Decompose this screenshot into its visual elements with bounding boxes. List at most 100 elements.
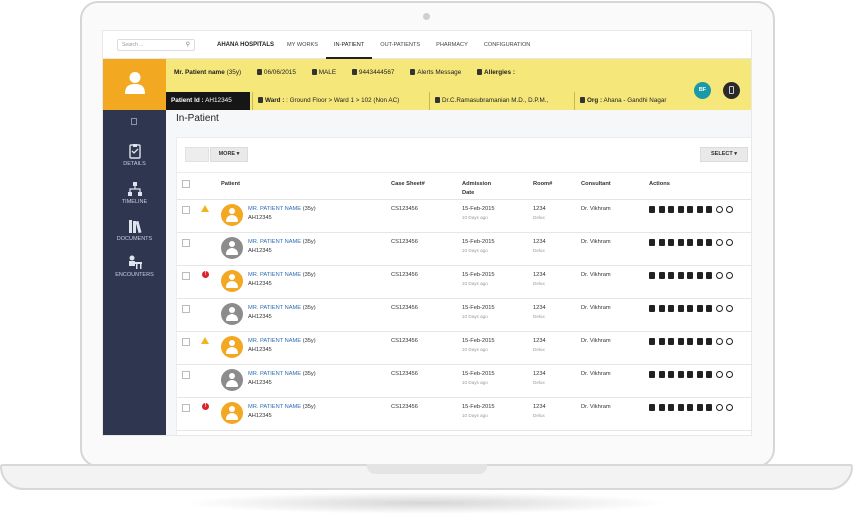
row-checkbox[interactable] xyxy=(182,272,190,280)
notes-icon[interactable] xyxy=(677,404,684,411)
nav-my-works[interactable]: MY WORKS xyxy=(279,31,326,59)
report-icon[interactable] xyxy=(687,239,693,246)
select-button[interactable]: SELECT ▾ xyxy=(700,147,748,162)
footsteps-icon[interactable] xyxy=(706,272,712,279)
patient-link[interactable]: MR. PATIENT NAME (35y) xyxy=(248,239,316,245)
search-input[interactable]: Search ... ⚲ xyxy=(117,39,195,51)
footsteps-icon[interactable] xyxy=(706,305,712,312)
patient-link[interactable]: MR. PATIENT NAME (35y) xyxy=(248,206,316,212)
select-all-checkbox[interactable] xyxy=(182,180,190,188)
bf-badge[interactable]: BF xyxy=(694,82,711,99)
patient-name-link[interactable]: MR. PATIENT NAME xyxy=(248,239,301,245)
nav-configuration[interactable]: CONFIGURATION xyxy=(476,31,539,59)
info-icon[interactable] xyxy=(715,305,723,312)
notes-icon[interactable] xyxy=(677,272,684,279)
person-icon[interactable] xyxy=(696,371,703,378)
nav-in-patient[interactable]: IN-PATIENT xyxy=(325,31,373,59)
money-icon[interactable] xyxy=(726,206,733,213)
patient-name-link[interactable]: MR. PATIENT NAME xyxy=(248,371,301,377)
group-icon[interactable] xyxy=(668,338,674,345)
blank-button[interactable] xyxy=(185,147,209,162)
footsteps-icon[interactable] xyxy=(706,206,712,213)
money-icon[interactable] xyxy=(726,239,733,246)
transfer-icon[interactable] xyxy=(658,338,665,345)
row-checkbox[interactable] xyxy=(182,371,190,379)
info-icon[interactable] xyxy=(715,338,723,345)
table-row[interactable]: MR. PATIENT NAME (35y) AH12345 CS123456 15-… xyxy=(177,299,751,332)
transfer-icon[interactable] xyxy=(658,305,665,312)
print-icon[interactable] xyxy=(649,338,655,345)
print-icon[interactable] xyxy=(649,305,655,312)
transfer-icon[interactable] xyxy=(658,239,665,246)
sidebar-item-encounters[interactable]: ENCOUNTERS xyxy=(103,254,166,278)
group-icon[interactable] xyxy=(668,371,674,378)
money-icon[interactable] xyxy=(726,404,733,411)
money-icon[interactable] xyxy=(726,305,733,312)
sidebar-item-details[interactable]: DETAILS xyxy=(103,143,166,167)
notes-icon[interactable] xyxy=(677,305,684,312)
info-icon[interactable] xyxy=(715,404,723,411)
table-row[interactable]: MR. PATIENT NAME (35y) AH12345 CS123456 15-… xyxy=(177,233,751,266)
print-icon[interactable] xyxy=(649,371,655,378)
table-row[interactable]: ! MR. PATIENT NAME (35y) AH12345 CS123456 15… xyxy=(177,266,751,299)
person-icon[interactable] xyxy=(696,404,703,411)
report-icon[interactable] xyxy=(687,206,693,213)
transfer-icon[interactable] xyxy=(658,206,665,213)
report-icon[interactable] xyxy=(687,272,693,279)
print-icon[interactable] xyxy=(649,206,655,213)
row-checkbox[interactable] xyxy=(182,404,190,412)
info-icon[interactable] xyxy=(715,371,723,378)
print-icon[interactable] xyxy=(649,404,655,411)
transfer-icon[interactable] xyxy=(658,404,665,411)
row-checkbox[interactable] xyxy=(182,206,190,214)
nav-pharmacy[interactable]: PHARMACY xyxy=(428,31,476,59)
row-checkbox[interactable] xyxy=(182,305,190,313)
row-checkbox[interactable] xyxy=(182,239,190,247)
report-icon[interactable] xyxy=(687,305,693,312)
money-icon[interactable] xyxy=(726,338,733,345)
money-icon[interactable] xyxy=(726,371,733,378)
table-row[interactable]: MR. PATIENT NAME (35y) AH12345 CS123456 15-… xyxy=(177,200,751,233)
transfer-icon[interactable] xyxy=(658,272,665,279)
patient-link[interactable]: MR. PATIENT NAME (35y) xyxy=(248,338,316,344)
patient-link[interactable]: MR. PATIENT NAME (35y) xyxy=(248,272,316,278)
patient-name-link[interactable]: MR. PATIENT NAME xyxy=(248,272,301,278)
sidebar-item-documents[interactable]: DOCUMENTS xyxy=(103,218,166,242)
person-icon[interactable] xyxy=(696,272,703,279)
notes-icon[interactable] xyxy=(677,371,684,378)
group-icon[interactable] xyxy=(668,305,674,312)
info-icon[interactable] xyxy=(715,206,723,213)
footsteps-icon[interactable] xyxy=(706,338,712,345)
table-row[interactable]: MR. PATIENT NAME (35y) AH12345 CS123456 15-… xyxy=(177,365,751,398)
group-icon[interactable] xyxy=(668,239,674,246)
group-icon[interactable] xyxy=(668,272,674,279)
patient-link[interactable]: MR. PATIENT NAME (35y) xyxy=(248,371,316,377)
device-button[interactable] xyxy=(723,82,740,99)
patient-link[interactable]: MR. PATIENT NAME (35y) xyxy=(248,404,316,410)
person-icon[interactable] xyxy=(696,239,703,246)
footsteps-icon[interactable] xyxy=(706,371,712,378)
person-icon[interactable] xyxy=(696,305,703,312)
group-icon[interactable] xyxy=(668,404,674,411)
person-icon[interactable] xyxy=(696,206,703,213)
patient-name-link[interactable]: MR. PATIENT NAME xyxy=(248,338,301,344)
alerts-link[interactable]: Alerts Message xyxy=(410,69,468,76)
nav-out-patients[interactable]: OUT-PATIENTS xyxy=(372,31,428,59)
notes-icon[interactable] xyxy=(677,338,684,345)
patient-name-link[interactable]: MR. PATIENT NAME xyxy=(248,206,301,212)
report-icon[interactable] xyxy=(687,404,693,411)
sidebar-item-timeline[interactable]: TIMELINE xyxy=(103,181,166,205)
patient-link[interactable]: MR. PATIENT NAME (35y) xyxy=(248,305,316,311)
report-icon[interactable] xyxy=(687,371,693,378)
more-button[interactable]: MORE ▾ xyxy=(210,147,248,162)
person-icon[interactable] xyxy=(696,338,703,345)
notes-icon[interactable] xyxy=(677,206,684,213)
notes-icon[interactable] xyxy=(677,239,684,246)
info-icon[interactable] xyxy=(715,272,723,279)
group-icon[interactable] xyxy=(668,206,674,213)
report-icon[interactable] xyxy=(687,338,693,345)
patient-name-link[interactable]: MR. PATIENT NAME xyxy=(248,404,301,410)
patient-name-link[interactable]: MR. PATIENT NAME xyxy=(248,305,301,311)
money-icon[interactable] xyxy=(726,272,733,279)
search-icon[interactable]: ⚲ xyxy=(186,41,190,48)
